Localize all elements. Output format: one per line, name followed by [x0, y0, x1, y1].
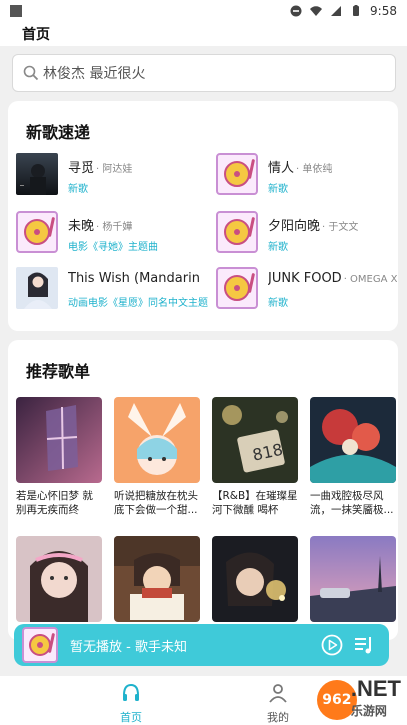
song-sub: 新歌 [268, 298, 288, 309]
song-item[interactable]: 夕阳向晚 · 于文文 新歌 [216, 211, 396, 257]
watermark-logo: 962 .NET 乐游网 [316, 678, 401, 722]
playlist-cover [310, 397, 396, 483]
notification-icon [10, 5, 22, 17]
song-item[interactable]: JUNK FOOD · OMEGA X 新歌 [216, 267, 398, 313]
now-playing-text: 暂无播放 - 歌手未知 [70, 639, 187, 655]
song-name: 寻觅 [68, 161, 95, 176]
song-cover [16, 267, 58, 309]
song-artist: · 阿达娃 [96, 164, 133, 175]
playlist-card[interactable]: 若是心怀旧梦 就别再无疾而终 [16, 397, 102, 517]
vinyl-icon [22, 627, 58, 663]
song-artist: · OMEGA X [343, 274, 398, 285]
song-name: This Wish (Mandarin S... [68, 271, 200, 286]
battery-icon [353, 5, 360, 16]
song-sub: 新歌 [68, 184, 88, 195]
recommended-title: 推荐歌单 [26, 362, 91, 381]
playlist-cover [114, 397, 200, 483]
playlist-title: 听说把糖放在枕头底下会做一个甜... [114, 490, 198, 516]
search-input[interactable]: 林俊杰 最近很火 [12, 54, 396, 92]
song-item[interactable]: 未晚 · 杨千嬅 电影《寻她》主题曲 [16, 211, 196, 257]
new-songs-title: 新歌速递 [26, 123, 91, 142]
song-name: 情人 [268, 161, 295, 176]
watermark-text: .NET 乐游网 [351, 678, 401, 722]
playlist-icon[interactable] [353, 634, 375, 656]
tab-mine[interactable]: 我的 [248, 682, 308, 725]
page-header: 首页 [0, 22, 407, 46]
playlist-title: 【R&B】在璀璨星河下微醺 喝杯小... [212, 490, 298, 516]
song-sub: 电影《寻她》主题曲 [68, 242, 158, 253]
song-name: JUNK FOOD [268, 271, 342, 286]
tab-home[interactable]: 首页 [101, 682, 161, 725]
song-name: 未晚 [68, 219, 95, 234]
playlist-cover [16, 536, 102, 622]
vinyl-icon [216, 153, 258, 195]
playlist-title: 若是心怀旧梦 就别再无疾而终 [16, 490, 93, 516]
tab-mine-label: 我的 [267, 711, 289, 724]
playlist-card[interactable]: 听说把糖放在枕头底下会做一个甜... [114, 397, 200, 517]
song-sub: 新歌 [268, 242, 288, 253]
song-artist: · 杨千嬅 [96, 222, 133, 233]
playlist-cover: 818 [212, 397, 298, 483]
song-item[interactable]: This Wish (Mandarin S... 动画电影《星愿》同名中文主题 [16, 267, 208, 313]
vinyl-icon [216, 267, 258, 309]
tab-home-label: 首页 [120, 711, 142, 724]
song-artist: · 于文文 [322, 222, 359, 233]
status-time: 9:58 [370, 4, 397, 18]
playlist-cover [114, 536, 200, 622]
minus-circle-icon [290, 5, 302, 17]
playlist-cover [310, 536, 396, 622]
wifi-icon [310, 6, 323, 17]
vinyl-icon [16, 211, 58, 253]
song-item[interactable]: 情人 · 单依纯 新歌 [216, 153, 396, 199]
page-title: 首页 [22, 27, 50, 43]
play-icon[interactable] [321, 634, 343, 656]
song-item[interactable]: 寻觅 · 阿达娃 新歌 [16, 153, 196, 199]
playlist-cover [16, 397, 102, 483]
new-songs-card: 新歌速递 寻觅 · 阿达娃 新歌 情人 · 单依纯 新歌 未晚 · 杨千嬅 电影《寻她… [8, 101, 398, 331]
playlist-title: 一曲戏腔极尽风流，一抹笑靥极... [310, 490, 394, 516]
headphones-icon [123, 683, 139, 701]
search-icon [23, 65, 39, 81]
signal-icon [331, 6, 342, 16]
watermark-sub: 乐游网 [350, 704, 387, 718]
search-placeholder: 林俊杰 最近很火 [43, 66, 146, 82]
user-icon [269, 684, 287, 703]
playlist-cover [212, 536, 298, 622]
recommended-card: 推荐歌单 若是心怀旧梦 就别再无疾而终 听说把糖放在枕头底下会做一个甜... 8… [8, 340, 398, 640]
song-name: 夕阳向晚 [268, 219, 321, 234]
playlist-card[interactable]: 818 【R&B】在璀璨星河下微醺 喝杯小... [212, 397, 298, 517]
song-sub: 新歌 [268, 184, 288, 195]
vinyl-icon [216, 211, 258, 253]
song-sub: 动画电影《星愿》同名中文主题 [68, 298, 208, 309]
mini-player[interactable]: 暂无播放 - 歌手未知 [14, 624, 389, 666]
status-bar: 9:58 [0, 0, 407, 22]
song-cover [16, 153, 58, 195]
playlist-card[interactable]: 一曲戏腔极尽风流，一抹笑靥极... [310, 397, 396, 517]
watermark-net: .NET [350, 676, 401, 701]
song-artist: · 单依纯 [296, 164, 333, 175]
